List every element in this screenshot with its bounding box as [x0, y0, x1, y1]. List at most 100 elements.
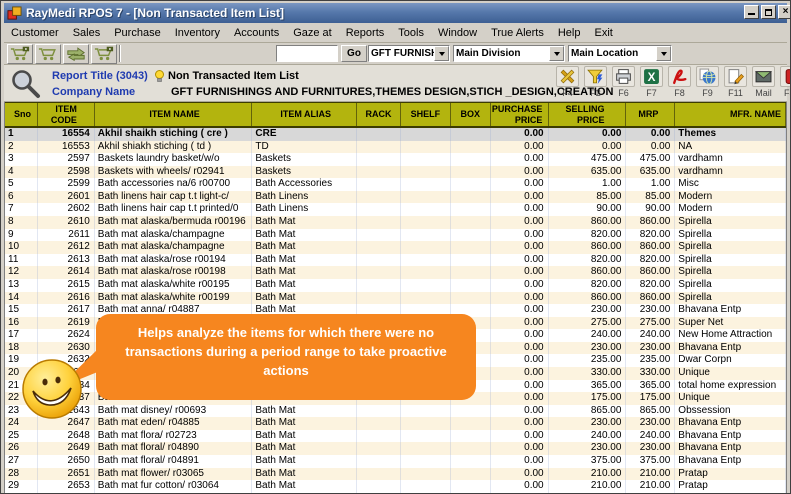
go-button[interactable]: Go	[341, 45, 367, 62]
cell: 17	[5, 329, 38, 342]
division-select[interactable]: Main Division	[453, 45, 565, 62]
purchase-cart-button[interactable]	[91, 44, 117, 64]
cell: 16554	[38, 128, 95, 141]
menu-sales[interactable]: Sales	[66, 25, 108, 41]
print-action-button[interactable]: F6	[611, 66, 636, 98]
menu-reports[interactable]: Reports	[339, 25, 392, 41]
col-header-item-alias[interactable]: ITEM ALIAS	[252, 103, 357, 126]
sales-cart-button[interactable]	[35, 44, 61, 64]
cell	[451, 229, 491, 242]
menu-customer[interactable]: Customer	[4, 25, 66, 41]
filter-action-button[interactable]: F2	[583, 66, 608, 98]
cell: Bath Mat	[252, 468, 357, 481]
cell: Bath mat eden/ r04885	[95, 417, 253, 430]
pdf-action-button[interactable]: F8	[667, 66, 692, 98]
menu-exit[interactable]: Exit	[587, 25, 619, 41]
table-row[interactable]: 132615Bath mat alaska/white r00195Bath M…	[5, 279, 786, 292]
action-label: F4	[562, 88, 573, 98]
cell: Bath Linens	[252, 191, 357, 204]
menu-inventory[interactable]: Inventory	[168, 25, 227, 41]
table-row[interactable]: 116554Akhil shaikh stiching ( cre )CRE0.…	[5, 128, 786, 141]
cell: 275.00	[626, 317, 675, 330]
col-header-purchase-price[interactable]: PURCHASE PRICE	[491, 103, 549, 126]
col-header-item-name[interactable]: ITEM NAME	[95, 103, 253, 126]
table-row[interactable]: 112613Bath mat alaska/rose r00194Bath Ma…	[5, 254, 786, 267]
menu-gaze-at[interactable]: Gaze at	[286, 25, 339, 41]
cell: 2597	[38, 153, 95, 166]
location-select[interactable]: Main Location	[568, 45, 672, 62]
col-header-box[interactable]: BOX	[451, 103, 491, 126]
cell: 2651	[38, 468, 95, 481]
cell	[357, 141, 401, 154]
cell	[357, 430, 401, 443]
action-label: Fax	[784, 88, 791, 98]
company-name-label: Company Name	[52, 86, 154, 98]
table-row[interactable]: 62601Bath linens hair cap t.t light-c/Ba…	[5, 191, 786, 204]
col-header-item-code[interactable]: ITEM CODE	[38, 103, 95, 126]
cell	[401, 178, 451, 191]
web-export-action-button[interactable]: F9	[695, 66, 720, 98]
cell: 860.00	[549, 216, 627, 229]
menu-tools[interactable]: Tools	[391, 25, 431, 41]
col-header-shelf[interactable]: SHELF	[401, 103, 451, 126]
col-header-rack[interactable]: RACK	[357, 103, 401, 126]
cell	[401, 455, 451, 468]
mail-action-button[interactable]: Mail	[751, 66, 776, 98]
table-row[interactable]: 122614Bath mat alaska/rose r00198Bath Ma…	[5, 266, 786, 279]
table-row[interactable]: 42598Baskets with wheels/ r02941Baskets0…	[5, 166, 786, 179]
table-row[interactable]: 272650Bath mat floral/ r04891Bath Mat0.0…	[5, 455, 786, 468]
company-name-value: GFT FURNISHINGS AND FURNITURES,THEMES DE…	[171, 86, 613, 98]
cell: Spirella	[675, 292, 786, 305]
edit-action-button[interactable]: F11	[723, 66, 748, 98]
chevron-down-icon[interactable]	[656, 46, 671, 61]
quick-search-input[interactable]	[276, 45, 338, 62]
table-row[interactable]: 242647Bath mat eden/ r04885Bath Mat0.002…	[5, 417, 786, 430]
cell	[451, 241, 491, 254]
col-header-selling-price[interactable]: SELLING PRICE	[549, 103, 627, 126]
menu-help[interactable]: Help	[551, 25, 588, 41]
tools-action-button[interactable]: F4	[555, 66, 580, 98]
table-row[interactable]: 82610Bath mat alaska/bermuda r00196Bath …	[5, 216, 786, 229]
col-header-sno[interactable]: Sno	[5, 103, 38, 126]
menu-accounts[interactable]: Accounts	[227, 25, 286, 41]
col-header-mrp[interactable]: MRP	[626, 103, 675, 126]
minimize-button[interactable]	[744, 5, 759, 19]
chevron-down-icon[interactable]	[549, 46, 564, 61]
table-row[interactable]: 32597Baskets laundry basket/w/oBaskets0.…	[5, 153, 786, 166]
company-select[interactable]: GFT FURNISHINGS	[368, 45, 450, 62]
cell: 0.00	[491, 417, 549, 430]
table-row[interactable]: 282651Bath mat flower/ r03065Bath Mat0.0…	[5, 468, 786, 481]
transfer-button[interactable]	[63, 44, 89, 64]
table-row[interactable]: 102612Bath mat alaska/champagneBath Mat0…	[5, 241, 786, 254]
fax-action-button[interactable]: Fax	[779, 66, 791, 98]
new-sale-cart-button[interactable]	[7, 44, 33, 64]
cell	[401, 141, 451, 154]
table-row[interactable]: 262649Bath mat floral/ r04890Bath Mat0.0…	[5, 442, 786, 455]
cell	[401, 229, 451, 242]
table-row[interactable]: 252648Bath mat flora/ r02723Bath Mat0.00…	[5, 430, 786, 443]
cell: 230.00	[549, 442, 627, 455]
col-header-mfr-name[interactable]: MFR. NAME	[675, 103, 786, 126]
cell: Bath Mat	[252, 266, 357, 279]
svg-text:X: X	[648, 71, 656, 84]
table-row[interactable]: 52599Bath accessories na/6 r00700Bath Ac…	[5, 178, 786, 191]
close-button[interactable]: ×	[778, 5, 791, 19]
table-row[interactable]: 92611Bath mat alaska/champagneBath Mat0.…	[5, 229, 786, 242]
table-row[interactable]: 216553Akhil shiakh stiching ( td )TD0.00…	[5, 141, 786, 154]
menu-purchase[interactable]: Purchase	[107, 25, 167, 41]
cell: 7	[5, 203, 38, 216]
menu-window[interactable]: Window	[431, 25, 484, 41]
cell: Bath Mat	[252, 455, 357, 468]
table-row[interactable]: 72602Bath linens hair cap t.t printed/0B…	[5, 203, 786, 216]
cell: Akhil shaikh stiching ( cre )	[95, 128, 253, 141]
table-row[interactable]: 232643Bath mat disney/ r00693Bath Mat0.0…	[5, 405, 786, 418]
restore-button[interactable]	[761, 5, 776, 19]
table-row[interactable]: 142616Bath mat alaska/white r00199Bath M…	[5, 292, 786, 305]
table-row[interactable]: 292653Bath mat fur cotton/ r03064Bath Ma…	[5, 480, 786, 493]
excel-action-button[interactable]: X F7	[639, 66, 664, 98]
cell: 18	[5, 342, 38, 355]
chevron-down-icon[interactable]	[434, 46, 449, 61]
cell: TD	[252, 141, 357, 154]
cell: Bath accessories na/6 r00700	[95, 178, 253, 191]
menu-true-alerts[interactable]: True Alerts	[484, 25, 551, 41]
